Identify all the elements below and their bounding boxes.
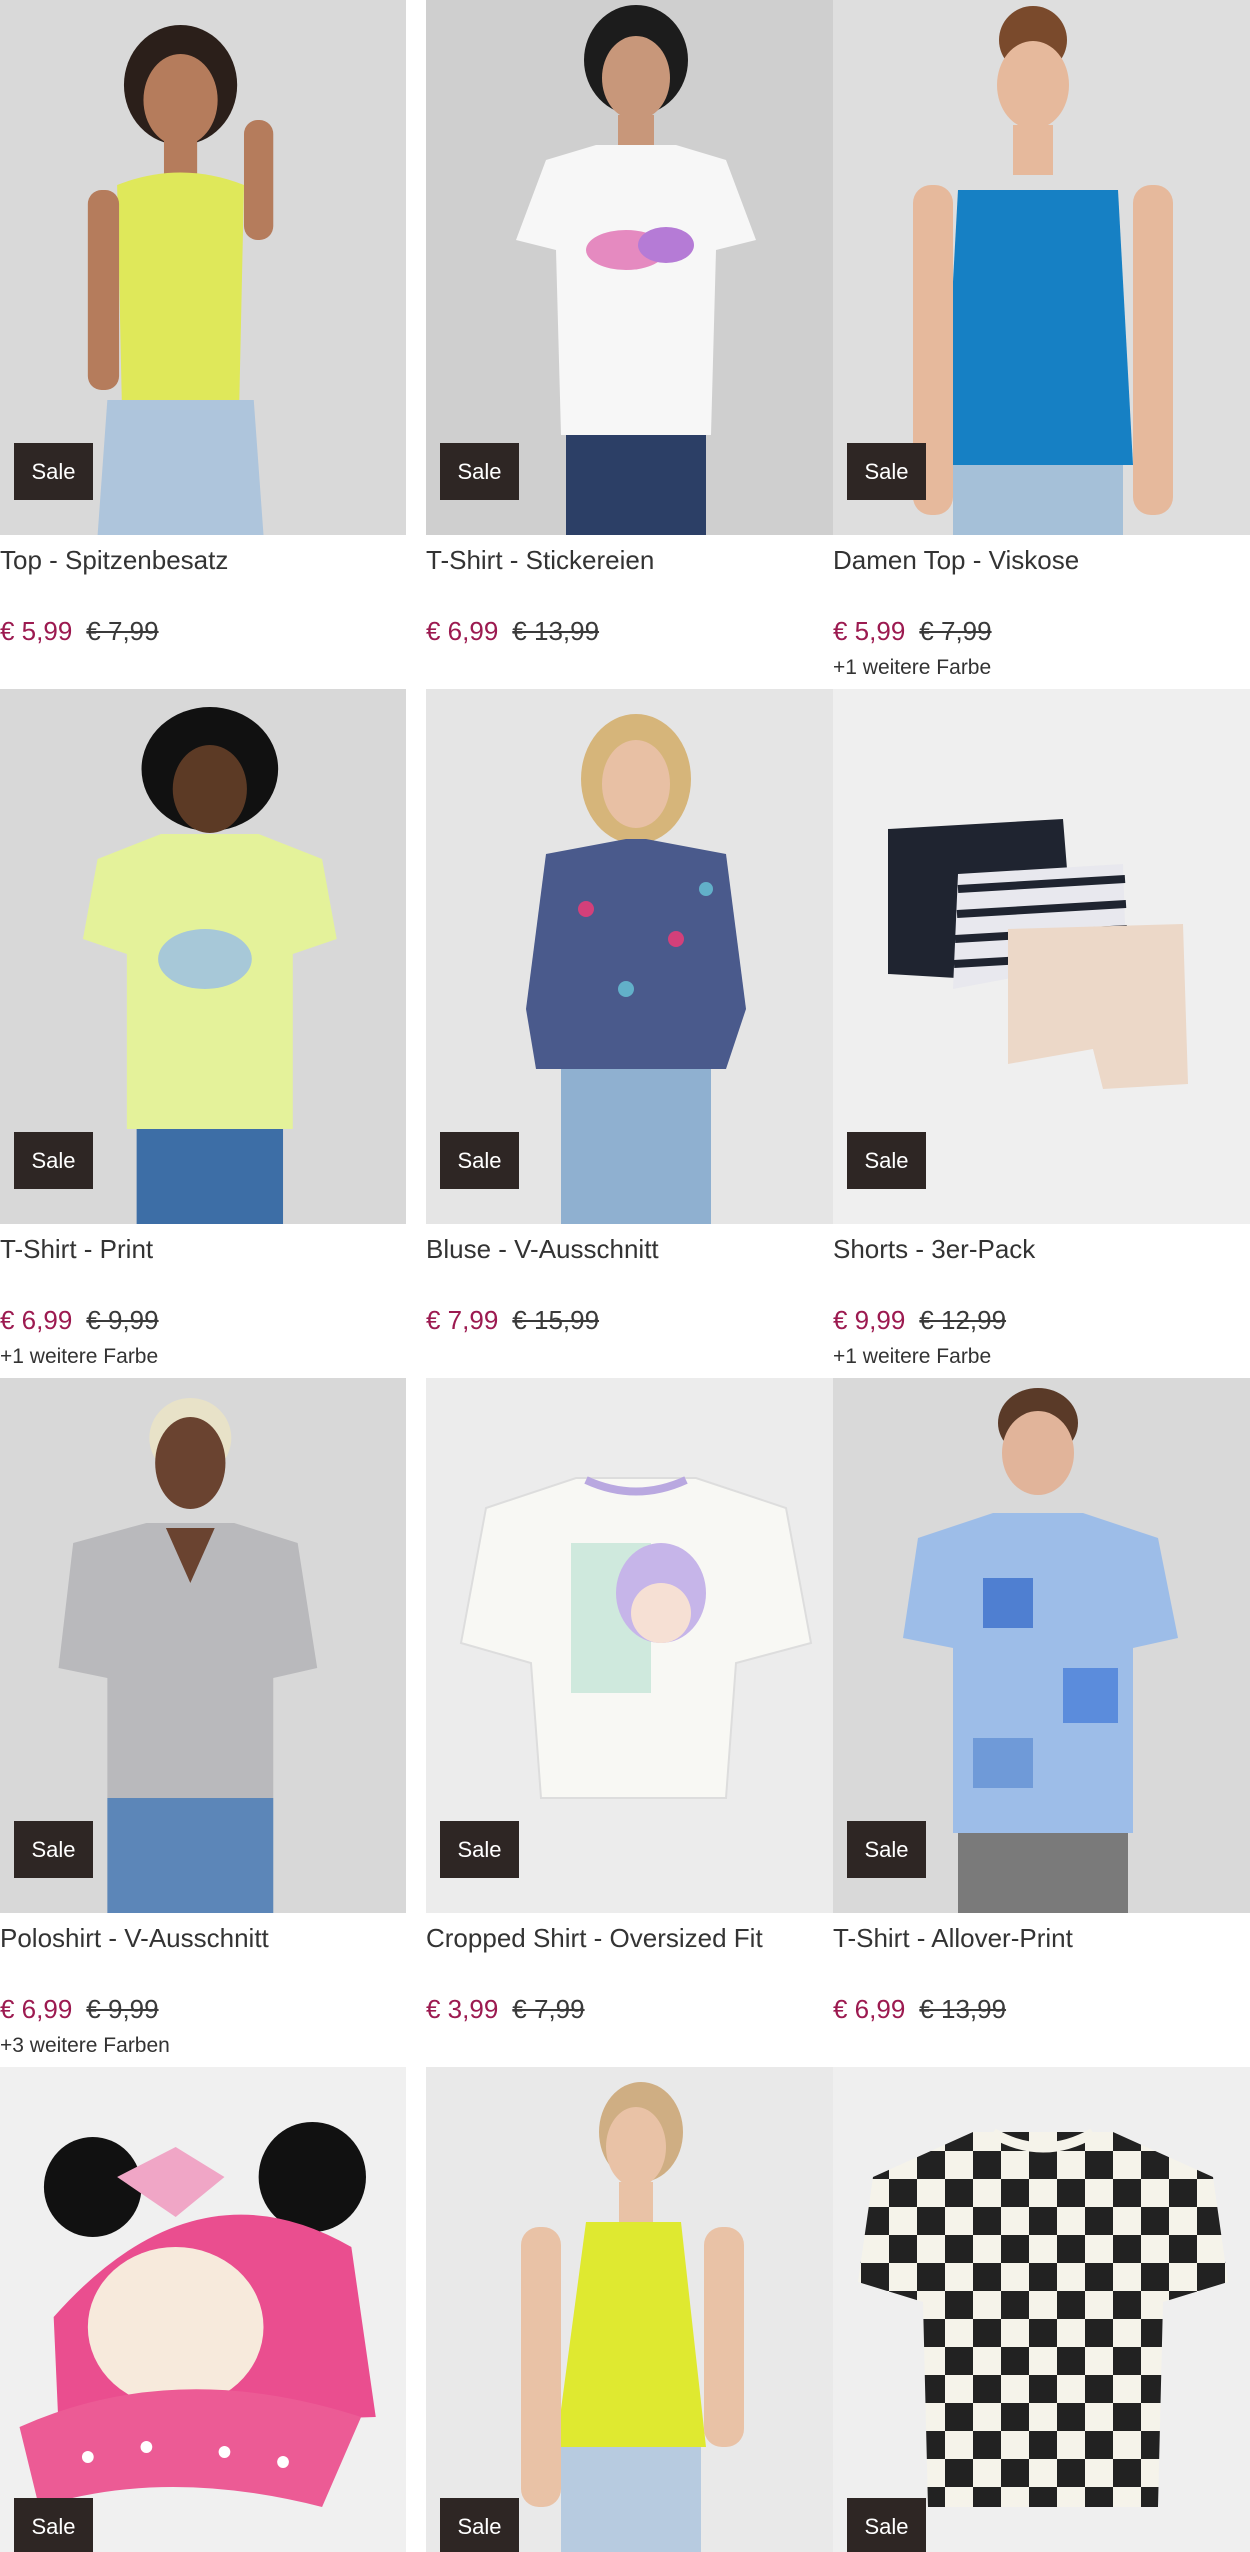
price-row: € 5,99 € 7,99 xyxy=(833,616,992,647)
sale-badge: Sale xyxy=(847,2498,926,2552)
sale-badge: Sale xyxy=(440,1821,519,1878)
old-price: € 7,99 xyxy=(86,616,159,646)
product-title[interactable]: T-Shirt - Print xyxy=(0,1234,153,1265)
product-image[interactable]: Sale xyxy=(833,2067,1250,2552)
product-image[interactable]: Sale xyxy=(0,0,406,535)
current-price: € 5,99 xyxy=(0,616,73,646)
current-price: € 3,99 xyxy=(426,1994,499,2024)
sale-badge: Sale xyxy=(440,1132,519,1189)
product-card[interactable]: Sale xyxy=(426,2067,843,2552)
product-card[interactable]: Sale Damen Top - Viskose € 5,99 € 7,99 +1… xyxy=(833,0,1250,689)
price-row: € 6,99 € 13,99 xyxy=(426,616,599,647)
product-image[interactable]: Sale xyxy=(0,2067,406,2552)
price-row: € 6,99 € 9,99 xyxy=(0,1994,159,2025)
product-image[interactable]: Sale xyxy=(833,1378,1250,1913)
price-row: € 9,99 € 12,99 xyxy=(833,1305,1006,1336)
sale-badge: Sale xyxy=(14,1821,93,1878)
old-price: € 12,99 xyxy=(919,1305,1007,1335)
more-colors-link[interactable]: +1 weitere Farbe xyxy=(833,1345,991,1369)
sale-badge: Sale xyxy=(14,443,93,500)
product-card[interactable]: Sale T-Shirt - Stickereien € 6,99 € 13,99 xyxy=(426,0,843,689)
sale-badge: Sale xyxy=(847,1132,926,1189)
sale-badge: Sale xyxy=(440,2498,519,2552)
product-title[interactable]: Cropped Shirt - Oversized Fit xyxy=(426,1923,763,1954)
product-title[interactable]: Damen Top - Viskose xyxy=(833,545,1079,576)
product-image[interactable]: Sale xyxy=(426,1378,843,1913)
sale-badge: Sale xyxy=(847,443,926,500)
current-price: € 6,99 xyxy=(0,1305,73,1335)
minnie-mouse-cap-image xyxy=(0,2067,406,2552)
product-card[interactable]: Sale Shorts - 3er-Pack € 9,99 € 12,99 +1 … xyxy=(833,689,1250,1378)
old-price: € 13,99 xyxy=(919,1994,1007,2024)
product-card[interactable]: Sale Cropped Shirt - Oversized Fit € 3,9… xyxy=(426,1378,843,2067)
product-card[interactable]: Sale xyxy=(833,2067,1250,2552)
product-image[interactable]: Sale xyxy=(426,0,843,535)
product-card[interactable]: Sale T-Shirt - Allover-Print € 6,99 € 13,… xyxy=(833,1378,1250,2067)
checkered-tshirt-image xyxy=(833,2067,1250,2552)
current-price: € 6,99 xyxy=(833,1994,906,2024)
current-price: € 6,99 xyxy=(0,1994,73,2024)
current-price: € 7,99 xyxy=(426,1305,499,1335)
old-price: € 13,99 xyxy=(512,616,600,646)
product-image[interactable]: Sale xyxy=(833,0,1250,535)
sale-badge: Sale xyxy=(14,1132,93,1189)
product-title[interactable]: Bluse - V-Ausschnitt xyxy=(426,1234,659,1265)
product-title[interactable]: T-Shirt - Stickereien xyxy=(426,545,654,576)
more-colors-link[interactable]: +3 weitere Farben xyxy=(0,2034,170,2058)
old-price: € 7,99 xyxy=(512,1994,585,2024)
old-price: € 15,99 xyxy=(512,1305,600,1335)
price-row: € 5,99 € 7,99 xyxy=(0,616,159,647)
old-price: € 7,99 xyxy=(919,616,992,646)
more-colors-link[interactable]: +1 weitere Farbe xyxy=(0,1345,158,1369)
yellow-knit-top-image xyxy=(426,2067,843,2552)
sale-badge: Sale xyxy=(847,1821,926,1878)
more-colors-link[interactable]: +1 weitere Farbe xyxy=(833,656,991,680)
price-row: € 3,99 € 7,99 xyxy=(426,1994,585,2025)
product-title[interactable]: Top - Spitzenbesatz xyxy=(0,545,228,576)
price-row: € 6,99 € 9,99 xyxy=(0,1305,159,1336)
product-card[interactable]: Sale xyxy=(0,2067,406,2552)
product-image[interactable]: Sale xyxy=(426,689,843,1224)
product-image[interactable]: Sale xyxy=(833,689,1250,1224)
old-price: € 9,99 xyxy=(86,1994,159,2024)
product-grid: Sale Top - Spitzenbesatz € 5,99 € 7,99 Sa… xyxy=(0,0,1250,2552)
product-card[interactable]: Sale Bluse - V-Ausschnitt € 7,99 € 15,99 xyxy=(426,689,843,1378)
product-title[interactable]: Poloshirt - V-Ausschnitt xyxy=(0,1923,269,1954)
product-card[interactable]: Sale T-Shirt - Print € 6,99 € 9,99 +1 wei… xyxy=(0,689,406,1378)
product-image[interactable]: Sale xyxy=(0,689,406,1224)
old-price: € 9,99 xyxy=(86,1305,159,1335)
current-price: € 6,99 xyxy=(426,616,499,646)
product-card[interactable]: Sale Top - Spitzenbesatz € 5,99 € 7,99 xyxy=(0,0,406,689)
current-price: € 9,99 xyxy=(833,1305,906,1335)
product-card[interactable]: Sale Poloshirt - V-Ausschnitt € 6,99 € 9,… xyxy=(0,1378,406,2067)
product-image[interactable]: Sale xyxy=(426,2067,843,2552)
current-price: € 5,99 xyxy=(833,616,906,646)
price-row: € 7,99 € 15,99 xyxy=(426,1305,599,1336)
sale-badge: Sale xyxy=(440,443,519,500)
sale-badge: Sale xyxy=(14,2498,93,2552)
product-title[interactable]: Shorts - 3er-Pack xyxy=(833,1234,1035,1265)
price-row: € 6,99 € 13,99 xyxy=(833,1994,1006,2025)
product-title[interactable]: T-Shirt - Allover-Print xyxy=(833,1923,1073,1954)
product-image[interactable]: Sale xyxy=(0,1378,406,1913)
